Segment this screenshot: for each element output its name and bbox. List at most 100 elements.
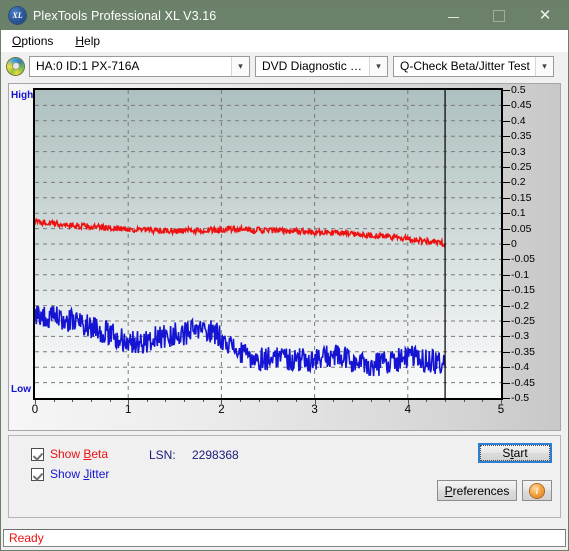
function-select[interactable]: DVD Diagnostic Functions ▾ (255, 55, 388, 77)
series-jitter (35, 306, 446, 377)
x-minor-tick-mark (351, 400, 353, 402)
window-controls: ✕ (430, 1, 568, 30)
y-tick-label: -0.5 (511, 392, 530, 404)
y-tick-label: 0.2 (511, 176, 526, 189)
x-minor-tick-mark (295, 400, 297, 402)
x-minor-tick-mark (184, 400, 186, 402)
x-minor-tick-mark (72, 400, 74, 402)
x-minor-tick-mark (426, 400, 428, 402)
x-tick-mark (407, 400, 409, 404)
show-beta-checkbox[interactable]: Show Beta (31, 447, 108, 461)
x-minor-tick-mark (445, 400, 447, 402)
lsn-value: 2298368 (192, 448, 239, 462)
x-tick-mark (128, 400, 130, 404)
y-tick-label: -0.15 (511, 284, 535, 297)
y-tick-mark (503, 290, 510, 292)
x-tick-label: 4 (404, 404, 411, 416)
menu-item-help[interactable]: Help (72, 33, 103, 49)
chevron-down-icon: ▾ (535, 56, 553, 76)
chart-axis-label-high: High (11, 90, 34, 101)
minimize-icon[interactable] (430, 1, 476, 30)
x-tick-mark (35, 400, 36, 404)
y-tick-label: 0.45 (511, 99, 532, 112)
y-tick-mark (503, 382, 510, 384)
x-minor-tick-mark (109, 400, 111, 402)
y-tick-label: 0.1 (511, 207, 526, 220)
y-tick-label: -0.45 (511, 376, 535, 389)
x-minor-tick-mark (202, 400, 204, 402)
title-bar: XL PlexTools Professional XL V3.16 ✕ (1, 1, 568, 30)
checkbox-check-icon (31, 467, 44, 481)
toolbar: HA:0 ID:1 PX-716A ▾ DVD Diagnostic Funct… (1, 52, 568, 80)
y-tick-mark (503, 274, 510, 276)
y-tick-mark (503, 228, 510, 230)
maximize-icon[interactable] (476, 1, 522, 30)
y-tick-mark (503, 136, 510, 138)
start-button[interactable]: Start (478, 443, 552, 463)
x-minor-tick-mark (333, 400, 335, 402)
y-tick-label: -0.4 (511, 361, 530, 374)
menu-item-options[interactable]: Options (9, 33, 56, 49)
disc-icon (7, 57, 24, 75)
function-select-value: DVD Diagnostic Functions (262, 59, 369, 73)
y-tick-mark (503, 259, 510, 261)
status-bar: Ready (3, 529, 566, 547)
menu-bar: Options Help (1, 30, 568, 52)
show-beta-label: Show Beta (50, 447, 109, 461)
y-tick-mark (503, 398, 510, 399)
y-tick-mark (503, 336, 510, 338)
y-tick-label: -0.25 (511, 315, 535, 327)
x-minor-tick-mark (370, 400, 372, 402)
drive-select[interactable]: HA:0 ID:1 PX-716A ▾ (29, 55, 250, 77)
y-tick-mark (503, 367, 510, 369)
y-tick-mark (503, 351, 510, 353)
x-minor-tick-mark (277, 400, 279, 402)
y-tick-mark (503, 197, 510, 199)
x-minor-tick-mark (90, 400, 92, 402)
x-tick-mark (501, 400, 502, 404)
chevron-down-icon: ▾ (231, 56, 249, 76)
y-tick-mark (503, 90, 510, 91)
x-minor-tick-mark (146, 400, 148, 402)
test-select[interactable]: Q-Check Beta/Jitter Test ▾ (393, 55, 554, 77)
plot-area[interactable] (33, 88, 503, 400)
x-tick-label: 1 (124, 404, 132, 416)
x-tick-mark (221, 400, 223, 404)
show-jitter-checkbox[interactable]: Show Jitter (31, 467, 109, 481)
x-minor-tick-mark (53, 400, 55, 402)
app-logo-icon: XL (9, 7, 26, 24)
x-tick-label: 5 (497, 404, 505, 416)
checkbox-check-icon (31, 447, 44, 461)
y-tick-mark (503, 105, 510, 107)
y-tick-mark (503, 213, 510, 215)
status-text: Ready (9, 531, 44, 545)
x-minor-tick-mark (463, 400, 465, 402)
x-minor-tick-mark (258, 400, 260, 402)
y-tick-label: 0.5 (511, 84, 526, 96)
y-tick-label: 0.4 (511, 114, 526, 127)
close-icon[interactable]: ✕ (522, 1, 568, 30)
y-tick-label: 0.35 (511, 130, 532, 143)
x-tick-label: 2 (218, 404, 225, 416)
test-select-value: Q-Check Beta/Jitter Test (400, 59, 530, 73)
chart-background: High Low 0.5 0.45 0.4 0.35 0.3 0.25 0.2 0.15 0.1… (9, 84, 560, 430)
y-tick-mark (503, 120, 510, 122)
x-minor-tick-mark (240, 400, 242, 402)
chart-panel: High Low 0.5 0.45 0.4 0.35 0.3 0.25 0.2 0.15 0.1… (8, 83, 561, 431)
preferences-button[interactable]: Preferences (437, 480, 517, 501)
y-tick-label: 0.15 (511, 191, 532, 204)
drive-select-value: HA:0 ID:1 PX-716A (36, 59, 140, 73)
y-tick-label: -0.2 (511, 299, 530, 312)
y-tick-mark (503, 151, 510, 153)
y-tick-label: 0 (511, 238, 517, 250)
info-icon: i (530, 483, 544, 498)
window-title: PlexTools Professional XL V3.16 (33, 8, 217, 23)
series-beta (35, 217, 446, 249)
x-tick-mark (314, 400, 316, 404)
x-tick-label: 3 (311, 404, 318, 416)
info-button[interactable]: i (522, 480, 552, 501)
plot-svg (35, 90, 501, 398)
y-tick-mark (503, 305, 510, 307)
chevron-down-icon: ▾ (369, 56, 387, 76)
x-tick-label: 0 (31, 404, 39, 416)
